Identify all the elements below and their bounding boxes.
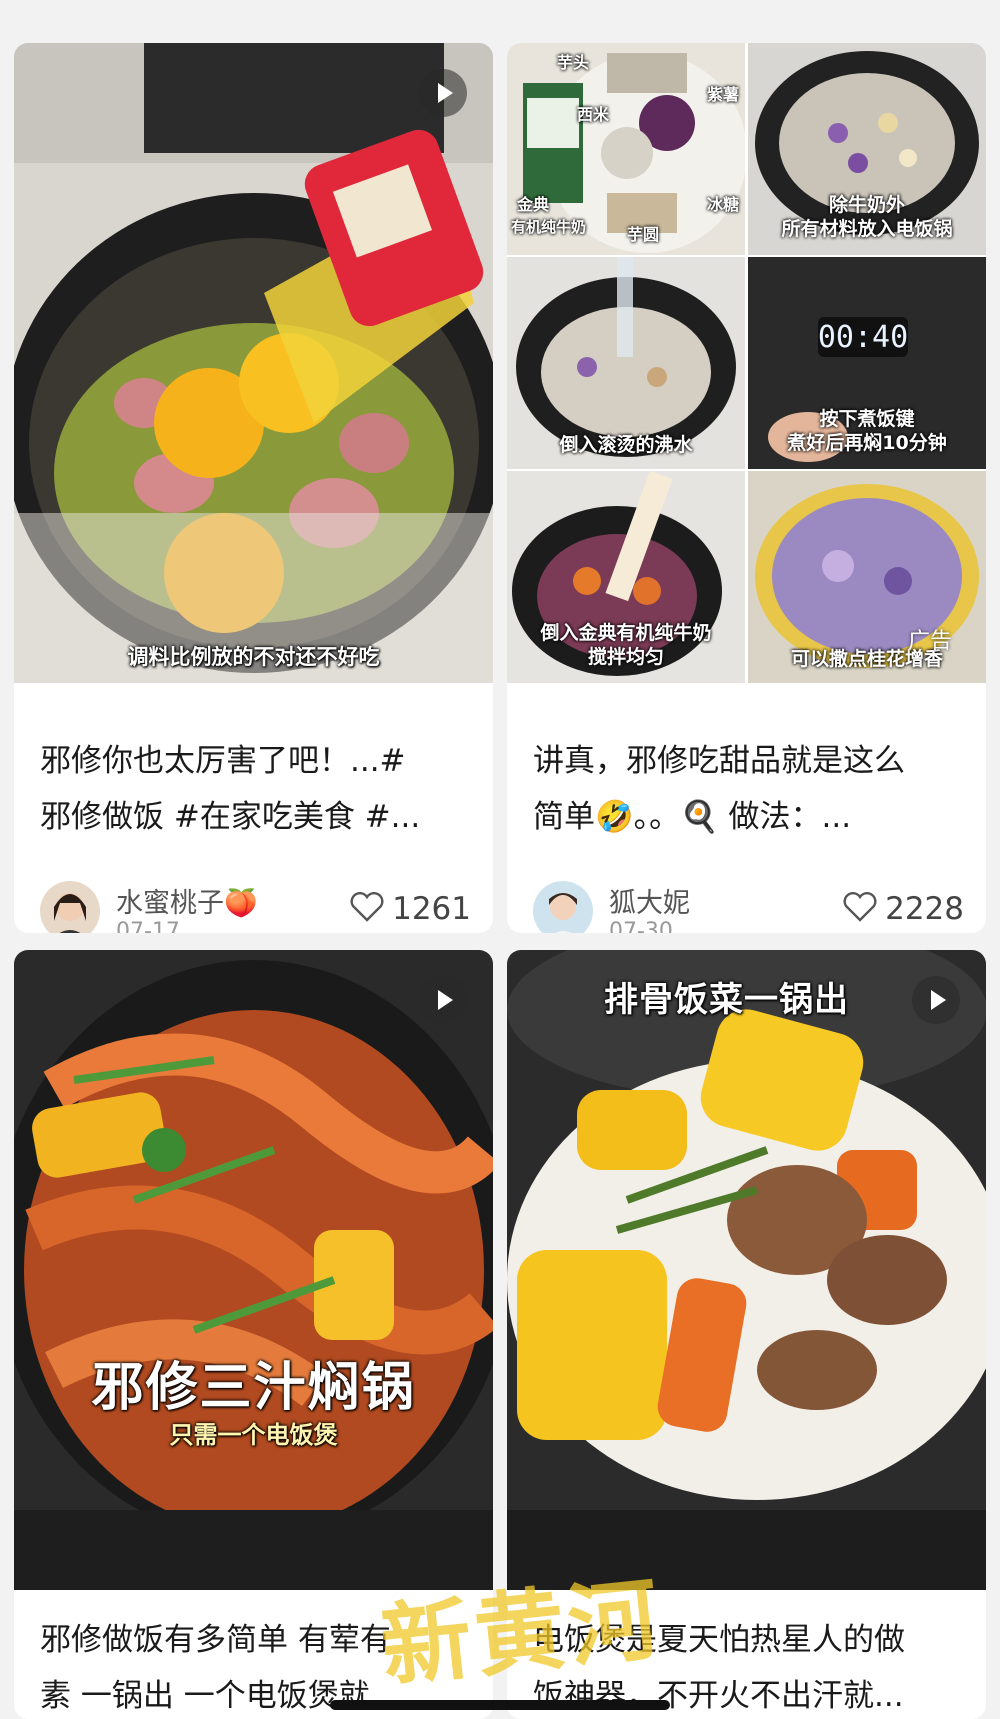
- recipe-step-tile: 除牛奶外 所有材料放入电饭锅: [748, 43, 986, 255]
- like-count: 2228: [885, 891, 964, 927]
- post-cover-image[interactable]: 调料比例放的不对还不好吃: [14, 43, 493, 683]
- post-meta: 狐大妮 07-30 2228: [533, 881, 964, 933]
- tile-label: 金典: [517, 195, 550, 214]
- post-title-line: 简单🤣。。🍳 做法：...: [533, 799, 852, 835]
- recipe-step-tile: 倒入金典有机纯牛奶 搅拌均匀: [507, 471, 745, 683]
- tile-label: 搅拌均匀: [587, 646, 664, 668]
- post-title-line: 讲真，邪修吃甜品就是这么: [533, 743, 905, 779]
- shrimp-pot-image: [14, 950, 493, 1590]
- like-button[interactable]: 2228: [843, 891, 964, 927]
- feed-grid: 调料比例放的不对还不好吃 邪修你也太厉害了吧！...# 邪修做饭 #在家吃美食 …: [0, 0, 1000, 1719]
- tile-label: 倒入金典有机纯牛奶: [540, 622, 712, 644]
- tile-label: 芋圆: [627, 225, 660, 244]
- post-cover-image[interactable]: 芋头 西米 紫薯 金典 有机纯牛奶 芋圆 冰糖 除牛奶外 所有材料放入电饭锅 倒…: [507, 43, 986, 683]
- heart-icon: [843, 892, 877, 922]
- like-button[interactable]: 1261: [350, 891, 471, 927]
- cover-caption: 排骨饭菜一锅出: [604, 980, 849, 1020]
- author-name[interactable]: 水蜜桃子🍑: [116, 881, 258, 920]
- post-title[interactable]: 讲真，邪修吃甜品就是这么 简单🤣。。🍳 做法：...: [533, 733, 964, 845]
- post-card[interactable]: 调料比例放的不对还不好吃 邪修你也太厉害了吧！...# 邪修做饭 #在家吃美食 …: [14, 43, 493, 933]
- tile-label: 除牛奶外: [828, 194, 905, 216]
- avatar[interactable]: [533, 881, 593, 933]
- tile-label: 芋头: [557, 53, 590, 72]
- heart-icon: [350, 892, 384, 922]
- recipe-step-tile: 倒入滚烫的沸水: [507, 257, 745, 469]
- recipe-step-tile: 00:40 按下煮饭键 煮好后再焖10分钟: [748, 257, 986, 469]
- tile-label: 紫薯: [706, 85, 739, 104]
- rice-cooker-orange-image: [14, 43, 493, 683]
- ribs-corn-plate-image: [507, 950, 986, 1590]
- play-icon[interactable]: [419, 69, 467, 117]
- tile-label: 所有材料放入电饭锅: [781, 218, 953, 240]
- post-title-line: 邪修做饭 #在家吃美食 #...: [40, 799, 421, 835]
- tile-label: 西米: [577, 105, 610, 124]
- recipe-step-tile: 芋头 西米 紫薯 金典 有机纯牛奶 芋圆 冰糖: [507, 43, 745, 255]
- tile-label: 按下煮饭键: [819, 408, 915, 430]
- post-cover-image[interactable]: 邪修三汁焖锅 只需一个电饭煲: [14, 950, 493, 1590]
- post-meta: 水蜜桃子🍑 07-17 1261: [40, 881, 471, 933]
- post-date: 07-17: [116, 919, 180, 933]
- post-title[interactable]: 邪修你也太厉害了吧！...# 邪修做饭 #在家吃美食 #...: [40, 733, 471, 845]
- play-icon[interactable]: [419, 976, 467, 1024]
- ad-badge: 广告: [907, 629, 952, 654]
- tile-label: 有机纯牛奶: [511, 218, 587, 236]
- author-name[interactable]: 狐大妮: [609, 881, 690, 920]
- tile-label: 冰糖: [706, 195, 739, 214]
- cover-caption: 邪修三汁焖锅: [91, 1358, 416, 1418]
- avatar[interactable]: [40, 881, 100, 933]
- like-count: 1261: [392, 891, 471, 927]
- cover-subcaption: 只需一个电饭煲: [169, 1421, 338, 1449]
- tile-label: 煮好后再焖10分钟: [787, 432, 947, 454]
- post-date: 07-30: [609, 919, 673, 933]
- post-cover-image[interactable]: 排骨饭菜一锅出: [507, 950, 986, 1590]
- tile-label: 倒入滚烫的沸水: [559, 434, 693, 456]
- home-indicator[interactable]: [330, 1700, 670, 1710]
- cover-caption: 调料比例放的不对还不好吃: [127, 645, 380, 669]
- post-title-line: 邪修你也太厉害了吧！...#: [40, 743, 406, 779]
- post-card[interactable]: 芋头 西米 紫薯 金典 有机纯牛奶 芋圆 冰糖 除牛奶外 所有材料放入电饭锅 倒…: [507, 43, 986, 933]
- timer-display: 00:40: [818, 320, 908, 355]
